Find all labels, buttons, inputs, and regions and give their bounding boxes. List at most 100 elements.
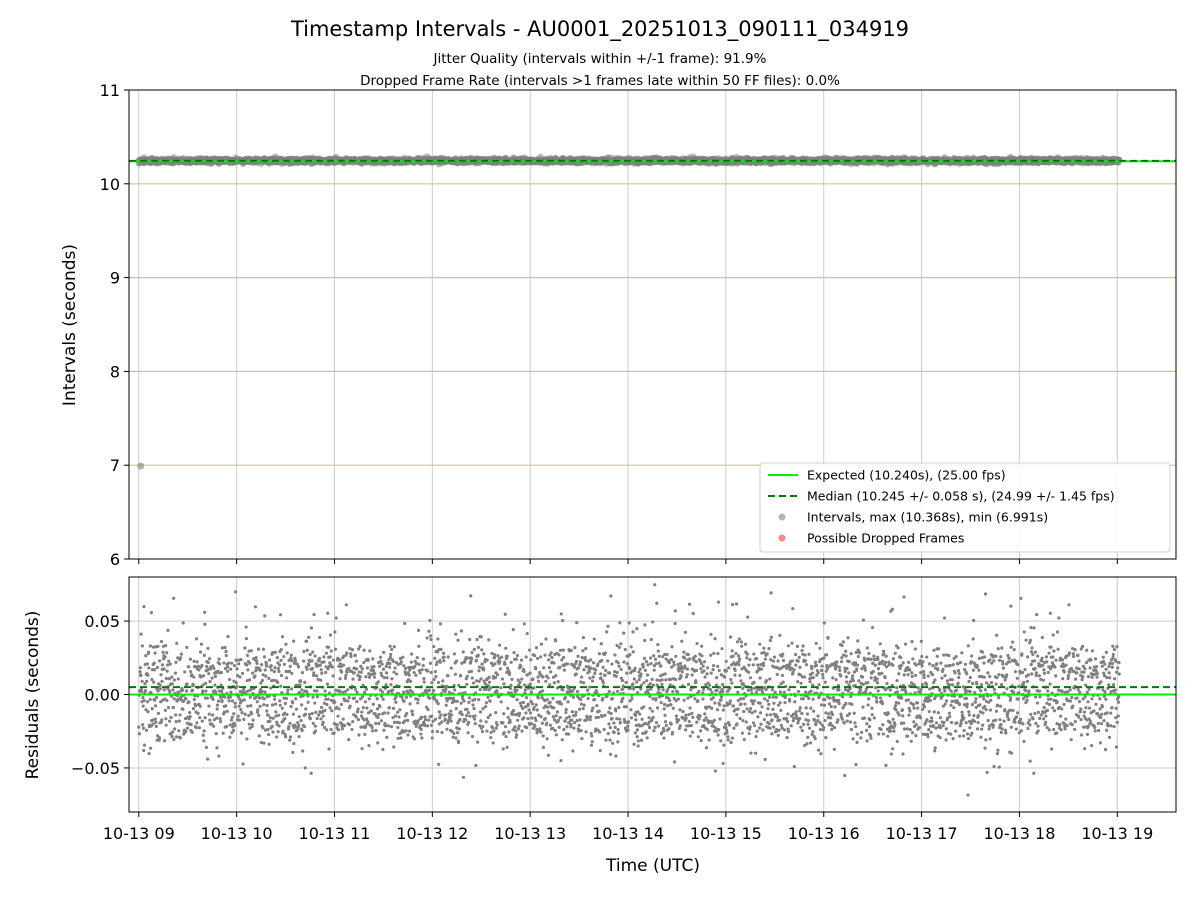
residual-point [181,688,185,692]
residual-point [372,675,377,679]
residual-point [312,671,316,675]
residual-point [273,666,277,670]
residual-point [204,745,209,749]
residual-point [226,665,230,669]
residual-point [388,661,392,666]
residual-point [218,717,222,721]
residual-point [141,704,145,708]
residual-point [358,675,362,679]
residual-point [233,590,238,594]
residual-point [291,750,295,755]
residual-point [253,674,257,678]
residual-point [154,695,159,700]
residual-point [198,716,202,720]
residual-point [206,660,210,665]
residual-point [417,662,421,666]
residual-point [153,651,157,655]
residual-point [141,696,145,700]
residual-point [411,712,415,717]
residual-point [328,633,333,637]
residual-point [256,708,260,712]
residual-point [351,719,355,724]
residual-point [258,668,262,672]
residual-point [320,671,324,675]
intervals-ytick-label: 10 [100,175,120,194]
residual-point [233,701,237,705]
residual-point [404,729,408,733]
residual-point [201,689,205,693]
residual-point [168,690,172,694]
residual-point [362,648,366,652]
residual-point [303,712,308,716]
residual-point [268,658,272,662]
residual-point [157,736,162,740]
residual-point [276,730,280,734]
residual-point [249,704,253,708]
residual-point [153,717,157,721]
residual-point [375,707,380,711]
residual-point [230,661,234,665]
residual-point [161,650,165,654]
residual-point [340,727,345,731]
interval-min-point [137,462,145,470]
residual-point [192,659,196,663]
residual-point [199,642,204,646]
residual-point [318,635,322,640]
residual-point [153,698,157,702]
residual-point [409,660,413,664]
residual-point [321,714,325,718]
residual-point [356,710,360,714]
residual-point [256,647,261,651]
residual-point [382,711,387,715]
residual-point [380,690,385,694]
residual-point [409,652,414,656]
residual-point [140,689,144,694]
residual-point [416,697,420,702]
residual-point [331,658,335,662]
residual-point [390,647,394,652]
residual-point [187,700,191,704]
residual-point [168,662,172,666]
residual-point [358,644,362,648]
residual-point [396,710,400,714]
residual-point [271,716,275,720]
residual-point [287,725,291,729]
residual-point [156,689,160,693]
residual-point [301,749,305,753]
residual-point [170,675,174,679]
residual-point [297,715,301,719]
residual-point [207,712,211,716]
residual-point [359,670,363,674]
residual-point [265,709,269,713]
residual-point [310,711,314,716]
residual-point [313,729,318,733]
residual-point [284,642,288,646]
residual-point [181,621,185,625]
residual-point [184,697,188,701]
residual-point [428,618,432,623]
residual-point [319,717,323,721]
residual-point [233,705,237,709]
residual-point [204,681,208,686]
residual-point [274,710,278,714]
residual-point [255,700,259,704]
residual-point [202,739,206,743]
residual-point [399,660,403,664]
residual-point [257,713,261,717]
residual-point [278,613,283,617]
residual-point [384,671,389,675]
residual-point [371,729,375,733]
residual-point [357,677,362,682]
residual-point [162,739,167,743]
residual-point [334,616,338,620]
residual-point [276,680,280,684]
residual-point [291,712,295,716]
residual-point [355,667,359,671]
residual-point [166,706,171,710]
residual-point [235,685,239,689]
residual-point [393,666,397,670]
residual-point [310,659,314,663]
residual-point [225,669,230,673]
residual-point [202,729,206,733]
residual-point [406,718,410,722]
